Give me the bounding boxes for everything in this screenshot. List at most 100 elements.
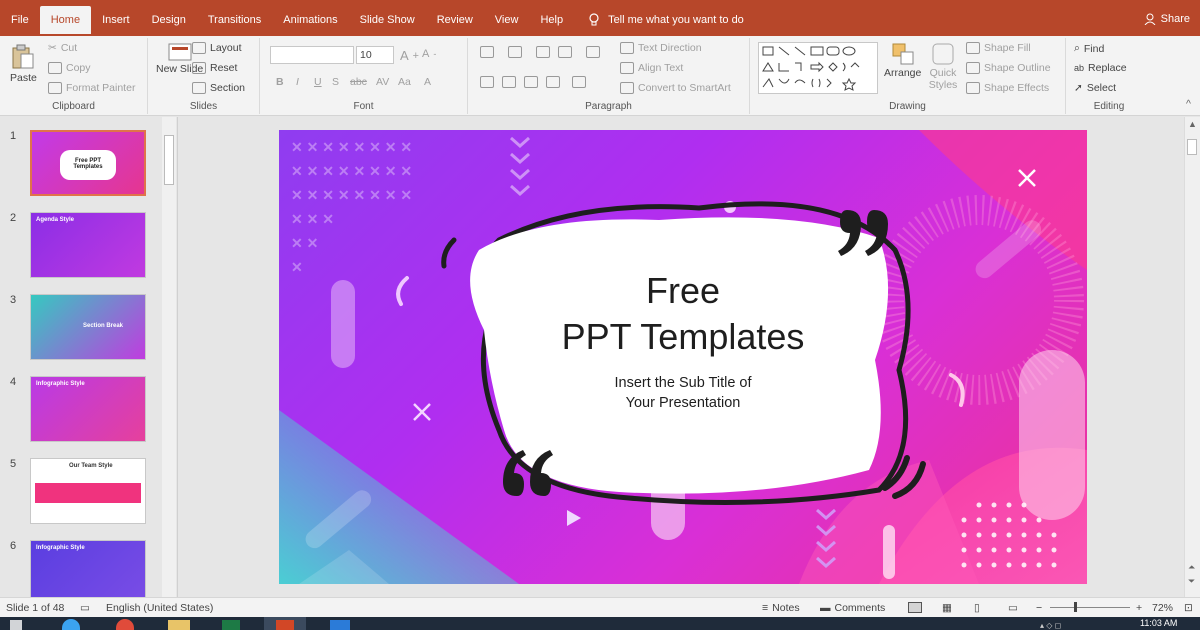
slide-thumbnail-4[interactable]: 4 Infographic Style <box>0 376 160 446</box>
slide-thumbnail-3[interactable]: 3 Section Break <box>0 294 160 364</box>
convert-smartart-label: Convert to SmartArt <box>638 82 731 94</box>
reset-label: Reset <box>210 62 238 74</box>
font-size-select[interactable]: 10 <box>356 46 394 64</box>
justify-button[interactable] <box>546 76 560 88</box>
convert-smartart-button[interactable]: Convert to SmartArt <box>620 82 731 94</box>
slideshow-button[interactable]: ▭ <box>1008 602 1018 614</box>
slide-sorter-button[interactable]: ▦ <box>942 602 952 614</box>
tab-animations[interactable]: Animations <box>272 6 348 34</box>
bold-button[interactable]: B <box>276 76 284 88</box>
slide-thumbnail-1[interactable]: 1 Free PPT Templates <box>0 130 160 200</box>
change-case-button[interactable]: Aa <box>398 76 411 88</box>
notes-label: Notes <box>772 602 800 614</box>
italic-button[interactable]: I <box>296 76 299 88</box>
outlook-icon[interactable] <box>330 620 350 630</box>
increase-indent-button[interactable] <box>558 46 572 58</box>
tray-icons[interactable]: ▴ ◇ ◻ <box>1040 621 1061 630</box>
tab-review[interactable]: Review <box>426 6 484 34</box>
start-icon[interactable] <box>10 620 22 630</box>
replace-button[interactable]: ab Replace <box>1074 62 1127 74</box>
spell-check-icon[interactable]: ▭ <box>80 602 90 614</box>
select-button[interactable]: ➚ Select <box>1074 82 1116 94</box>
shape-outline-button[interactable]: Shape Outline <box>966 62 1051 74</box>
align-right-button[interactable] <box>524 76 538 88</box>
zoom-in-button[interactable]: + <box>1136 602 1142 614</box>
slide-title-line-2: PPT Templates <box>561 316 805 357</box>
shapes-gallery[interactable] <box>758 42 878 94</box>
browser-icon[interactable] <box>62 619 80 630</box>
excel-icon[interactable] <box>222 620 240 630</box>
font-grow-button[interactable]: A + <box>400 48 419 63</box>
section-button[interactable]: Section <box>192 82 245 94</box>
thumbnail-scroll-thumb[interactable] <box>164 135 174 185</box>
slide-thumbnail-2[interactable]: 2 Agenda Style <box>0 212 160 282</box>
paste-button[interactable]: Paste <box>10 44 37 84</box>
slide-subtitle[interactable]: Insert the Sub Title of Your Presentatio… <box>483 373 883 413</box>
share-button[interactable]: Share <box>1144 13 1190 25</box>
slide-scroll-thumb[interactable] <box>1187 139 1197 155</box>
ribbon: Paste ✂ Cut Copy Format Painter Clipboard… <box>0 36 1200 116</box>
bullets-button[interactable] <box>480 46 494 58</box>
next-slide-icon[interactable]: ⏷ <box>1188 576 1195 587</box>
collapse-ribbon-button[interactable]: ^ <box>1186 98 1191 110</box>
tab-home[interactable]: Home <box>39 6 92 34</box>
tab-design[interactable]: Design <box>141 6 197 34</box>
char-spacing-button[interactable]: AV <box>376 76 389 88</box>
tab-insert[interactable]: Insert <box>91 6 141 34</box>
previous-slide-icon[interactable]: ⏶ <box>1188 562 1195 573</box>
tab-transitions[interactable]: Transitions <box>197 6 272 34</box>
align-left-button[interactable] <box>480 76 494 88</box>
reading-view-button[interactable]: ▯ <box>974 602 980 614</box>
numbering-button[interactable] <box>508 46 522 58</box>
layout-button[interactable]: Layout <box>192 42 242 54</box>
shape-fill-button[interactable]: Shape Fill <box>966 42 1031 54</box>
text-direction-button[interactable]: Text Direction <box>620 42 702 54</box>
arrange-button[interactable]: Arrange <box>884 42 921 79</box>
font-name-select[interactable] <box>270 46 354 64</box>
tell-me-search[interactable]: Tell me what you want to do <box>588 13 744 27</box>
tab-view[interactable]: View <box>484 6 530 34</box>
cut-button[interactable]: ✂ Cut <box>48 42 77 54</box>
cursor-icon: ➚ <box>1074 82 1083 94</box>
shape-effects-button[interactable]: Shape Effects <box>966 82 1049 94</box>
notes-button[interactable]: ≡ Notes <box>762 602 800 614</box>
align-center-button[interactable] <box>502 76 516 88</box>
tab-file[interactable]: File <box>0 6 40 34</box>
copy-button[interactable]: Copy <box>48 62 91 74</box>
comments-button[interactable]: ▬ Comments <box>820 602 885 614</box>
strikethrough-button[interactable]: abc <box>350 76 367 88</box>
folder-icon[interactable] <box>168 620 190 630</box>
tab-help[interactable]: Help <box>529 6 574 34</box>
thumbnail-scrollbar[interactable] <box>162 117 176 597</box>
zoom-slider-thumb[interactable] <box>1074 602 1077 612</box>
reset-button[interactable]: Reset <box>192 62 237 74</box>
arrange-icon <box>892 43 914 65</box>
line-spacing-button[interactable] <box>586 46 600 58</box>
columns-button[interactable] <box>572 76 586 88</box>
format-painter-button[interactable]: Format Painter <box>48 82 135 94</box>
language-indicator[interactable]: English (United States) <box>106 602 213 614</box>
editing-group-label: Editing <box>1093 101 1125 112</box>
find-button[interactable]: ⌕ Find <box>1074 42 1104 55</box>
current-slide[interactable]: ✕ ✕ ✕ ✕ ✕ ✕ ✕ ✕ ✕ ✕ ✕ ✕ ✕ ✕ ✕ ✕ ✕ ✕ ✕ ✕ … <box>279 130 1087 584</box>
slide-scrollbar[interactable]: ▲ ⏶ ⏷ <box>1184 117 1200 597</box>
font-color-button[interactable]: A <box>424 76 431 88</box>
underline-button[interactable]: U <box>314 76 322 88</box>
scroll-up-icon[interactable]: ▲ <box>1188 119 1197 129</box>
tab-slide-show[interactable]: Slide Show <box>349 6 426 34</box>
powerpoint-taskbar-item[interactable] <box>264 617 306 630</box>
zoom-level[interactable]: 72% <box>1152 602 1173 614</box>
align-text-button[interactable]: Align Text <box>620 62 683 74</box>
zoom-out-button[interactable]: − <box>1036 602 1042 614</box>
normal-view-button[interactable] <box>908 602 922 613</box>
fit-slide-button[interactable]: ⊡ <box>1184 602 1193 614</box>
justify-icon <box>546 76 560 88</box>
decrease-indent-button[interactable] <box>536 46 550 58</box>
slide-title[interactable]: Free PPT Templates <box>483 268 883 360</box>
zoom-slider[interactable] <box>1050 607 1130 608</box>
quick-styles-button[interactable]: Quick Styles <box>926 42 960 91</box>
font-shrink-button[interactable]: A- <box>422 48 436 60</box>
slide-thumbnail-5[interactable]: 5 Our Team Style <box>0 458 160 528</box>
shadow-button[interactable]: S <box>332 76 339 88</box>
chrome-icon[interactable] <box>116 619 134 630</box>
